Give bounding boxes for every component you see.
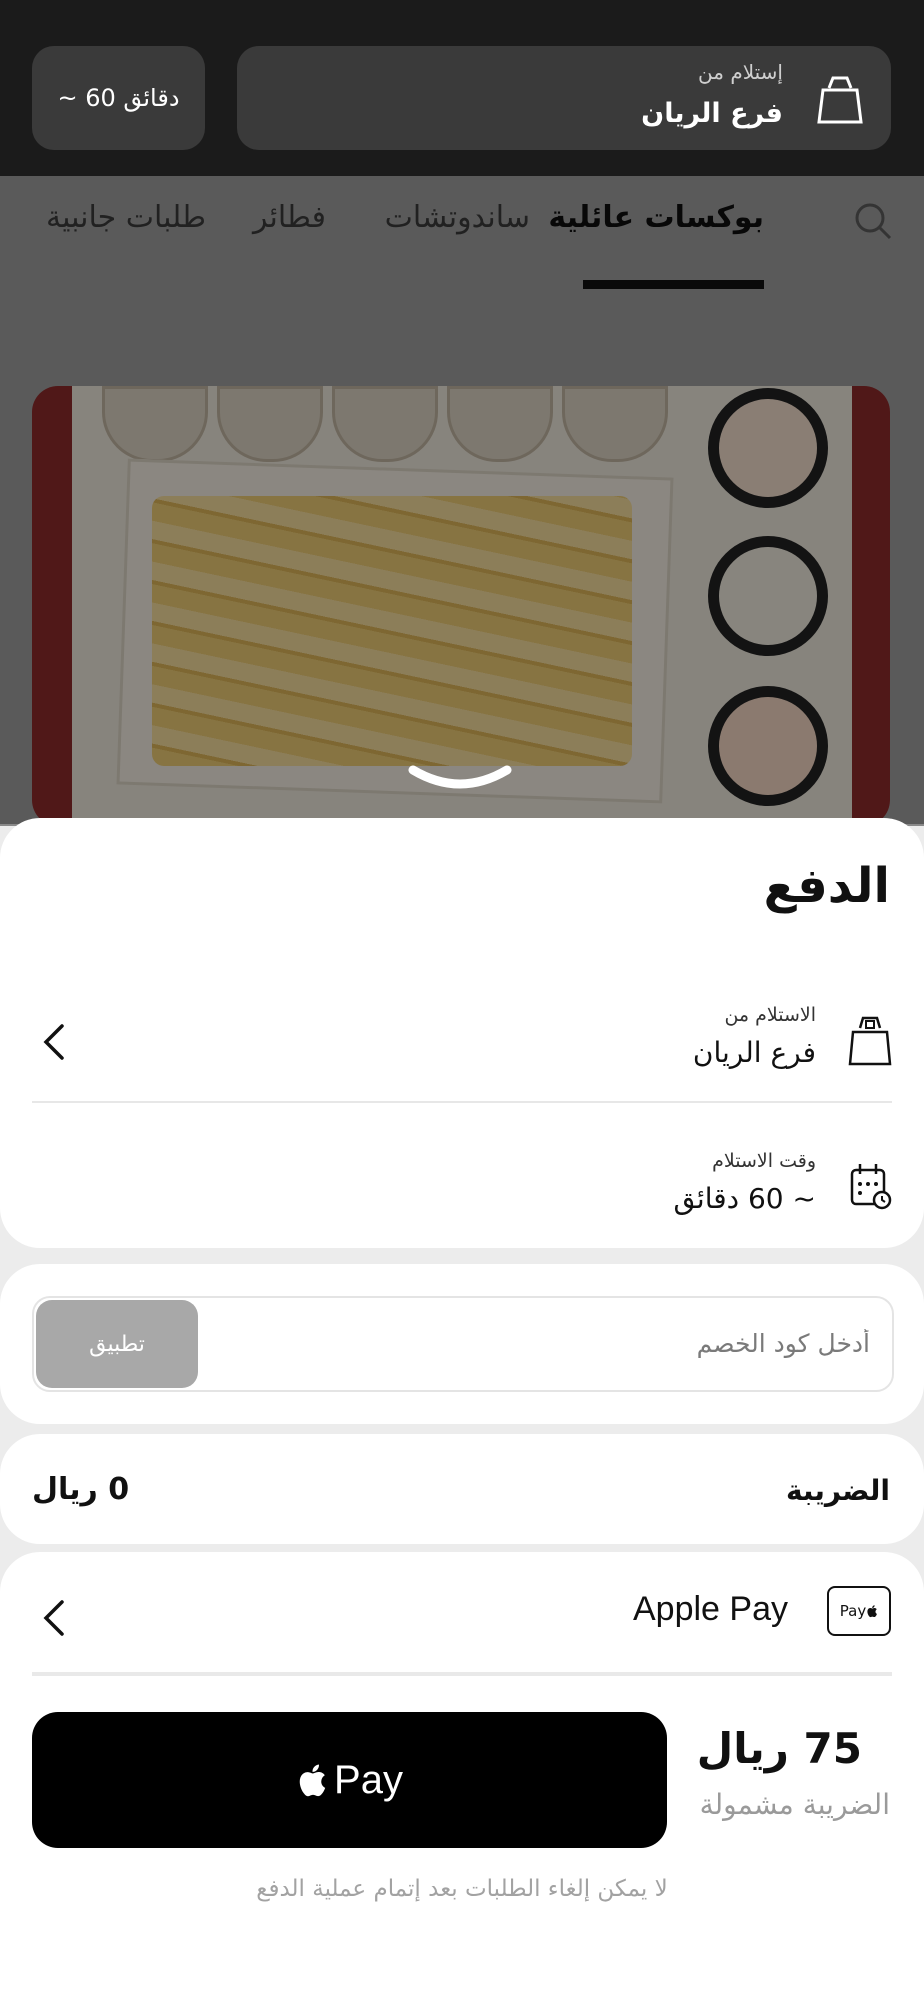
dim-overlay[interactable]: [0, 176, 924, 826]
branch-pill[interactable]: إستلام من فرع الريان: [237, 46, 891, 150]
pickup-time-label: وقت الاستلام: [712, 1150, 816, 1172]
pay-button-label: Pay: [334, 1757, 403, 1802]
coupon-input[interactable]: [228, 1312, 872, 1374]
payment-sheet: الدفع الاستلام من فرع الريان وقت الاستلا…: [0, 818, 924, 1248]
payment-section: Pay Apple Pay 75 ريال الضريبة مشمولة Pay…: [0, 1552, 924, 2000]
chevron-left-icon: [43, 1024, 64, 1060]
coupon-section: تطبيق: [0, 1264, 924, 1424]
pickup-row-label: الاستلام من: [724, 1004, 816, 1026]
apple-pay-button[interactable]: Pay: [32, 1712, 667, 1848]
tax-label: الضريبة: [785, 1474, 890, 1507]
pickup-branch-row[interactable]: الاستلام من فرع الريان: [32, 990, 892, 1100]
pickup-label: إستلام من: [698, 60, 783, 84]
payment-method-name: Apple Pay: [633, 1590, 788, 1628]
sheet-title: الدفع: [763, 858, 890, 914]
tax-value: 0 ريال: [32, 1472, 130, 1507]
apple-logo-icon: [867, 1605, 878, 1618]
divider: [32, 1101, 892, 1103]
pickup-row-value: فرع الريان: [692, 1036, 816, 1069]
time-estimate-pill[interactable]: ~ 60 دقائق: [32, 46, 205, 150]
chevron-left-icon: [43, 1600, 64, 1636]
apple-pay-badge: Pay: [827, 1586, 891, 1636]
tax-included-note: الضريبة مشمولة: [699, 1788, 890, 1821]
calendar-clock-icon: [850, 1164, 892, 1210]
apply-coupon-button[interactable]: تطبيق: [36, 1300, 198, 1388]
coupon-field: تطبيق: [32, 1296, 894, 1392]
top-bar: ~ 60 دقائق إستلام من فرع الريان: [0, 0, 924, 176]
shopping-bag-icon: [817, 76, 863, 124]
shopping-bag-icon: [848, 1016, 892, 1066]
chevron-down-icon[interactable]: [407, 764, 513, 794]
branch-name: فرع الريان: [641, 98, 783, 129]
tax-section: الضريبة 0 ريال: [0, 1434, 924, 1544]
pickup-time-value: ~ 60 دقائق: [673, 1182, 816, 1215]
divider: [32, 1672, 892, 1676]
cancellation-notice: لا يمكن إلغاء الطلبات بعد إتمام عملية ال…: [256, 1876, 668, 1902]
time-estimate-text: ~ 60 دقائق: [57, 84, 180, 112]
total-amount: 75 ريال: [696, 1724, 862, 1773]
apple-logo-icon: [299, 1764, 326, 1797]
apple-pay-badge-text: Pay: [839, 1602, 867, 1620]
pickup-time-row: وقت الاستلام ~ 60 دقائق: [32, 1136, 892, 1246]
